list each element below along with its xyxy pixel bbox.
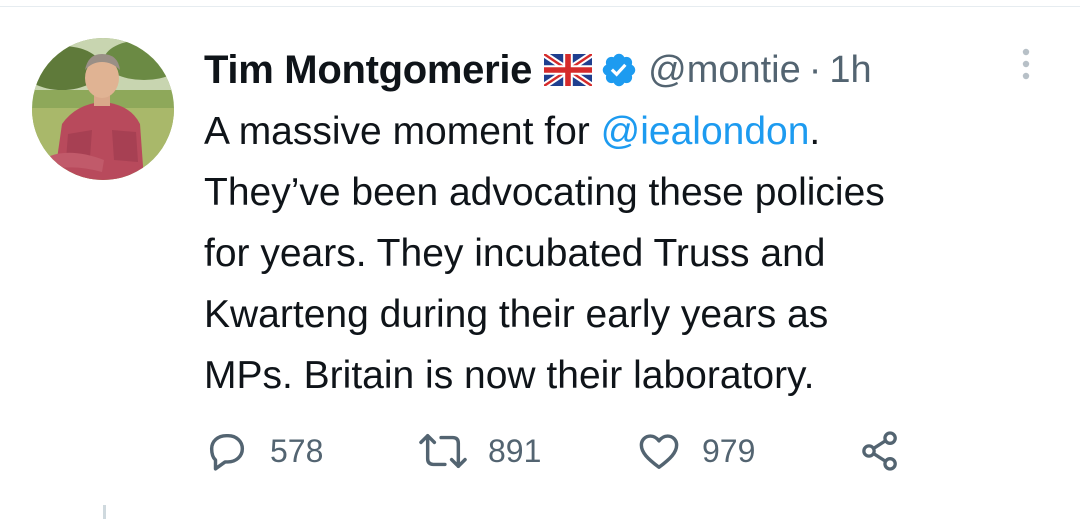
heart-icon — [639, 434, 679, 470]
tweet-text: A massive moment for @iealondon. They’ve… — [204, 101, 1054, 406]
tweet-line-2: They’ve been advocating these policies — [204, 171, 885, 214]
tweet-line-3: for years. They incubated Truss and — [204, 232, 826, 275]
mention-link[interactable]: @iealondon — [601, 110, 810, 153]
tweet-header: Tim Montgomerie @montie · 1h — [204, 44, 872, 96]
tweet-line-5: MPs. Britain is now their laboratory. — [204, 354, 815, 397]
reply-count: 578 — [270, 432, 324, 469]
thread-line — [103, 505, 106, 519]
uk-flag-emoji — [544, 54, 593, 86]
tweet-text-segment: . — [809, 110, 821, 153]
verified-badge-icon — [600, 51, 638, 89]
retweet-icon — [419, 433, 467, 469]
author-handle[interactable]: @montie — [648, 49, 801, 92]
avatar-photo — [32, 38, 174, 180]
tweet-actions: 578 891 979 — [204, 424, 924, 478]
more-options-icon[interactable] — [1014, 44, 1038, 84]
like-button[interactable]: 979 — [636, 424, 755, 478]
author-display-name[interactable]: Tim Montgomerie — [204, 48, 532, 93]
share-icon — [862, 431, 897, 471]
tweet-line-4: Kwarteng during their early years as — [204, 293, 829, 336]
avatar[interactable] — [32, 38, 174, 180]
retweet-button[interactable]: 891 — [418, 424, 541, 478]
reply-button[interactable]: 578 — [204, 424, 323, 478]
like-count: 979 — [702, 432, 756, 469]
timestamp[interactable]: 1h — [829, 49, 871, 92]
retweet-count: 891 — [488, 432, 542, 469]
reply-icon — [209, 433, 245, 471]
tweet-line-1: A massive moment for @iealondon. — [204, 101, 1054, 162]
top-divider — [0, 6, 1080, 7]
separator-dot: · — [808, 48, 822, 91]
share-button[interactable] — [858, 424, 902, 478]
tweet-text-segment: A massive moment for — [204, 110, 601, 153]
